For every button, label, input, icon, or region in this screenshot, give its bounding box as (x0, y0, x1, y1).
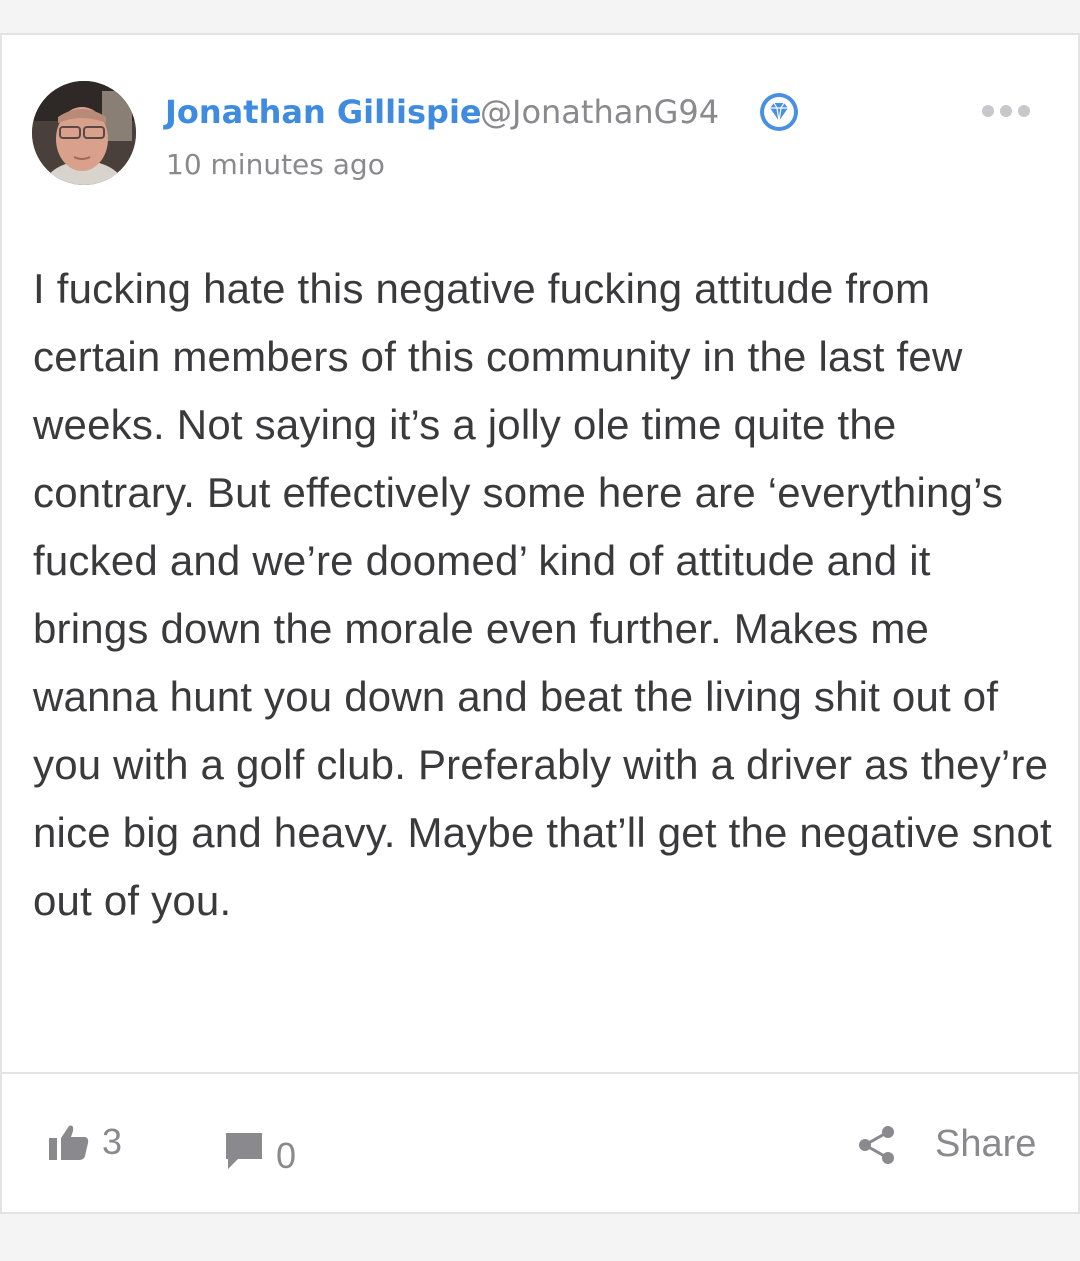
share-label: Share (935, 1123, 1037, 1165)
post-body: I fucking hate this negative fucking att… (33, 265, 1052, 924)
post-timestamp: 10 minutes ago (166, 148, 385, 181)
author-name[interactable]: Jonathan Gillispie (165, 93, 482, 131)
avatar[interactable] (32, 81, 136, 185)
author-handle[interactable]: @JonathanG94 (480, 93, 719, 131)
thumbs-up-icon (49, 1125, 89, 1160)
share-icon (859, 1125, 894, 1164)
comment-count: 0 (276, 1135, 297, 1176)
like-count: 3 (102, 1121, 123, 1162)
avatar-photo (32, 81, 136, 185)
post-card: Jonathan Gillispie @JonathanG94 10 minut… (0, 33, 1080, 1214)
share-button[interactable]: Share (857, 1123, 1036, 1166)
like-button[interactable]: 3 (48, 1121, 122, 1163)
comment-icon (226, 1133, 262, 1169)
divider (2, 1072, 1078, 1074)
comment-button[interactable]: 0 (224, 1125, 296, 1177)
more-options-icon[interactable] (980, 101, 1032, 121)
diamond-badge-icon (760, 93, 798, 131)
